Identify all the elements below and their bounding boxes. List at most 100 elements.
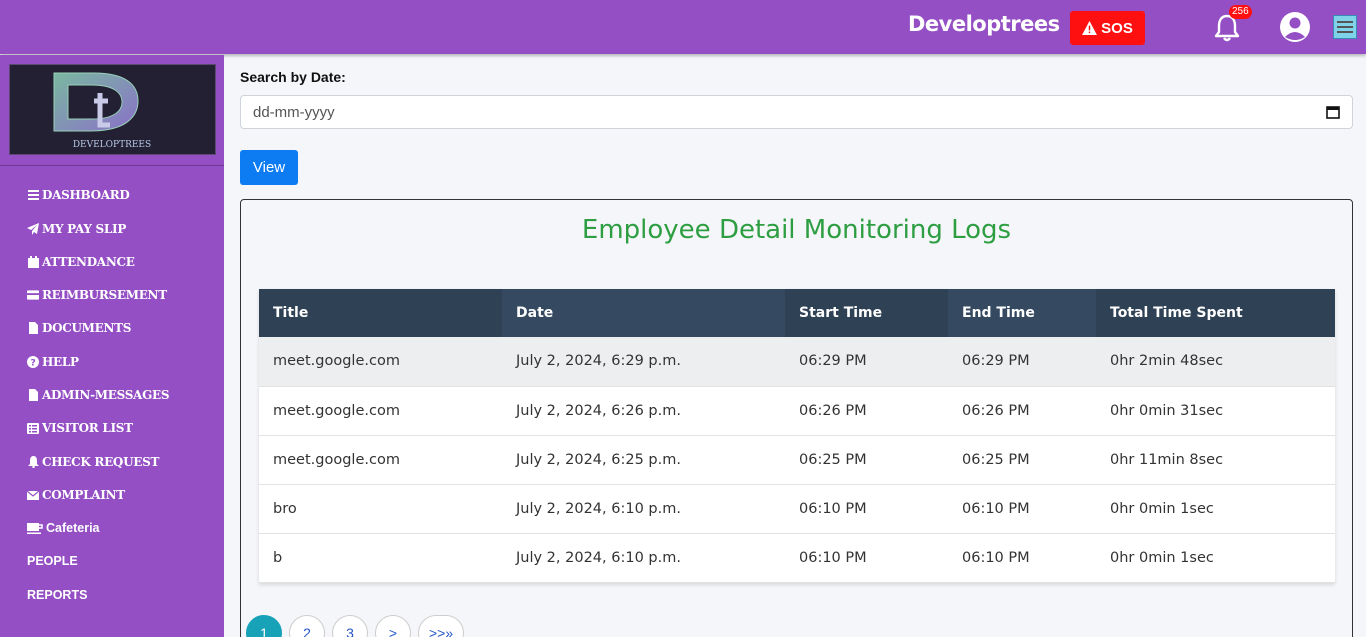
cell-total-time: 0hr 0min 31sec [1096, 386, 1335, 436]
sidebar-item-label: CHECK REQUEST [42, 455, 160, 469]
hamburger-menu-button[interactable] [1333, 15, 1357, 39]
developtrees-logo: DEVELOPTREES [53, 72, 151, 150]
cell-title: meet.google.com [259, 435, 502, 485]
top-navbar: Developtrees SOS 256 [0, 0, 1366, 54]
column-header-start-time: Start Time [785, 289, 948, 337]
file-icon [27, 389, 39, 401]
cell-date: July 2, 2024, 6:26 p.m. [502, 386, 785, 436]
table-row: b July 2, 2024, 6:10 p.m. 06:10 PM 06:10… [259, 533, 1335, 583]
page-button-2[interactable]: 2 [289, 615, 325, 637]
bars-icon [27, 189, 39, 201]
cell-total-time: 0hr 11min 8sec [1096, 435, 1335, 485]
sidebar-item-dashboard[interactable]: DASHBOARD [27, 188, 130, 202]
sidebar-item-label: ATTENDANCE [42, 255, 135, 269]
sidebar-divider [0, 165, 224, 166]
column-header-end-time: End Time [948, 289, 1096, 337]
cell-total-time: 0hr 0min 1sec [1096, 484, 1335, 534]
sidebar-item-label: PEOPLE [27, 554, 78, 568]
sidebar-item-cafeteria[interactable]: Cafeteria [27, 521, 100, 535]
column-header-date: Date [502, 289, 785, 337]
warning-icon [1082, 21, 1098, 35]
search-by-date-label: Search by Date: [240, 69, 346, 85]
sidebar-item-complaint[interactable]: COMPLAINT [27, 488, 125, 502]
sidebar-item-people[interactable]: PEOPLE [27, 554, 78, 568]
sidebar-item-label: VISITOR LIST [42, 421, 133, 435]
envelope-icon [27, 489, 39, 501]
sos-label: SOS [1101, 19, 1133, 37]
svg-text:?: ? [31, 359, 36, 369]
page-button-3[interactable]: 3 [332, 615, 368, 637]
table-row: meet.google.com July 2, 2024, 6:26 p.m. … [259, 386, 1335, 436]
coffee-icon [27, 522, 43, 534]
column-header-total-time: Total Time Spent [1096, 289, 1335, 337]
notification-count-badge: 256 [1229, 5, 1252, 19]
table-row: meet.google.com July 2, 2024, 6:25 p.m. … [259, 435, 1335, 485]
cell-start-time: 06:10 PM [785, 484, 948, 534]
question-circle-icon: ? [27, 356, 39, 368]
cell-total-time: 0hr 2min 48sec [1096, 337, 1335, 387]
table-row: meet.google.com July 2, 2024, 6:29 p.m. … [259, 337, 1335, 387]
last-page-button[interactable]: >>» [418, 615, 465, 637]
sidebar-item-label: MY PAY SLIP [42, 222, 127, 236]
calendar-icon [27, 256, 39, 268]
cell-title: meet.google.com [259, 337, 502, 387]
cell-start-time: 06:26 PM [785, 386, 948, 436]
table-header-row: Title Date Start Time End Time Total Tim… [259, 289, 1335, 337]
view-button[interactable]: View [240, 150, 298, 185]
sidebar-item-reimbursement[interactable]: REIMBURSEMENT [27, 288, 167, 302]
logs-card: Employee Detail Monitoring Logs Title Da… [240, 199, 1353, 637]
cell-start-time: 06:29 PM [785, 337, 948, 387]
cell-title: meet.google.com [259, 386, 502, 436]
sos-button[interactable]: SOS [1070, 11, 1145, 45]
sidebar-item-documents[interactable]: DOCUMENTS [27, 321, 131, 335]
table-row: bro July 2, 2024, 6:10 p.m. 06:10 PM 06:… [259, 484, 1335, 534]
cell-total-time: 0hr 0min 1sec [1096, 533, 1335, 583]
sidebar-item-label: DASHBOARD [42, 188, 130, 202]
date-input[interactable]: dd-mm-yyyy [240, 95, 1353, 129]
sidebar-item-attendance[interactable]: ATTENDANCE [27, 255, 135, 269]
cell-start-time: 06:10 PM [785, 533, 948, 583]
calendar-picker-icon[interactable] [1326, 105, 1340, 119]
pagination: 1 2 3 > >>» [246, 615, 465, 637]
company-logo[interactable]: DEVELOPTREES [9, 64, 216, 155]
cell-end-time: 06:29 PM [948, 337, 1096, 387]
cell-end-time: 06:25 PM [948, 435, 1096, 485]
logs-title: Employee Detail Monitoring Logs [581, 215, 1012, 245]
sidebar-item-my-pay-slip[interactable]: MY PAY SLIP [27, 222, 126, 236]
sidebar-item-label: Cafeteria [46, 521, 100, 535]
cell-date: July 2, 2024, 6:10 p.m. [502, 533, 785, 583]
sidebar-item-label: REIMBURSEMENT [42, 288, 167, 302]
next-page-button[interactable]: > [375, 615, 411, 637]
logs-table: Title Date Start Time End Time Total Tim… [259, 289, 1335, 583]
paper-plane-icon [27, 223, 39, 235]
cell-end-time: 06:26 PM [948, 386, 1096, 436]
cell-date: July 2, 2024, 6:29 p.m. [502, 337, 785, 387]
sidebar-item-visitor-list[interactable]: VISITOR LIST [27, 421, 133, 435]
credit-card-icon [27, 289, 39, 301]
cell-end-time: 06:10 PM [948, 533, 1096, 583]
sidebar: DEVELOPTREES DASHBOARD MY PAY SLIP ATTEN… [0, 55, 224, 637]
cell-title: bro [259, 484, 502, 534]
brand-name[interactable]: Developtrees [908, 12, 1060, 36]
sidebar-item-label: REPORTS [27, 588, 88, 602]
logo-text: DEVELOPTREES [73, 140, 151, 150]
cell-end-time: 06:10 PM [948, 484, 1096, 534]
date-placeholder: dd-mm-yyyy [253, 103, 335, 121]
sidebar-item-help[interactable]: ? HELP [27, 355, 79, 369]
sidebar-item-check-request[interactable]: CHECK REQUEST [27, 455, 159, 469]
sidebar-item-reports[interactable]: REPORTS [27, 588, 87, 602]
cell-date: July 2, 2024, 6:10 p.m. [502, 484, 785, 534]
sidebar-item-label: HELP [42, 355, 79, 369]
sidebar-item-label: DOCUMENTS [42, 321, 132, 335]
sidebar-item-label: COMPLAINT [42, 488, 125, 502]
file-icon [27, 322, 39, 334]
sidebar-item-admin-messages[interactable]: ADMIN-MESSAGES [27, 388, 170, 402]
cell-start-time: 06:25 PM [785, 435, 948, 485]
user-avatar-icon[interactable] [1279, 11, 1311, 43]
sidebar-item-label: ADMIN-MESSAGES [42, 388, 170, 402]
page-button-1[interactable]: 1 [246, 615, 282, 637]
column-header-title: Title [259, 289, 502, 337]
bell-icon [27, 456, 39, 468]
list-icon [27, 422, 39, 434]
cell-date: July 2, 2024, 6:25 p.m. [502, 435, 785, 485]
